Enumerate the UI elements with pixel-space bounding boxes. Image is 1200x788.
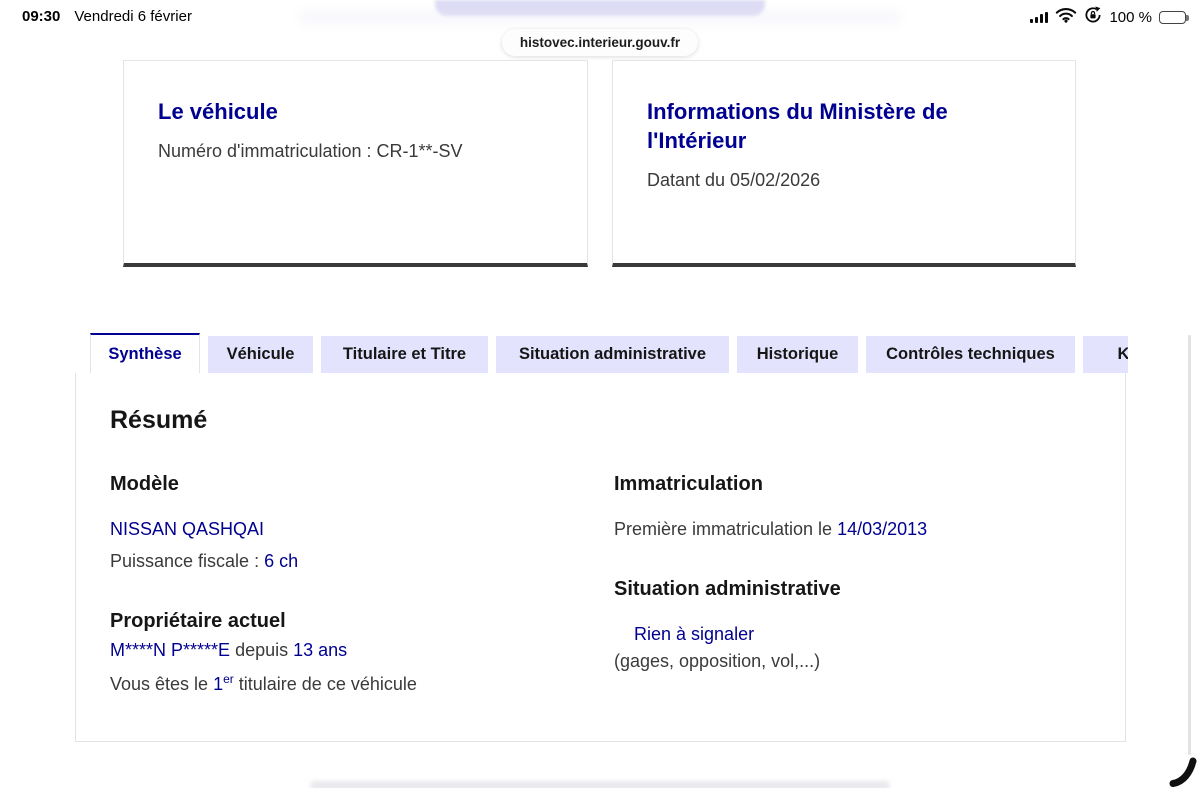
corner-arc-icon xyxy=(1169,757,1197,787)
owner-since-value: 13 ans xyxy=(293,640,348,660)
fiscal-power-line: Puissance fiscale : 6 ch xyxy=(110,550,580,572)
status-date: Vendredi 6 février xyxy=(74,8,192,25)
owner-name: M****N P*****E xyxy=(110,640,231,660)
tab-kilometrage[interactable]: Kil xyxy=(1083,336,1128,373)
holder-suffix: titulaire de ce véhicule xyxy=(233,674,417,694)
situation-heading: Situation administrative xyxy=(614,578,841,600)
battery-icon xyxy=(1159,10,1189,24)
tab-situation-administrative[interactable]: Situation administrative xyxy=(496,336,729,373)
first-registration-line: Première immatriculation le 14/03/2013 xyxy=(614,518,1084,540)
registration-heading: Immatriculation xyxy=(614,473,763,495)
holder-prefix: Vous êtes le xyxy=(110,674,214,694)
fiscal-power-label: Puissance fiscale : xyxy=(110,551,265,571)
vehicle-card: Le véhicule Numéro d'immatriculation : C… xyxy=(123,60,588,267)
owner-heading: Propriétaire actuel xyxy=(110,610,286,632)
fiscal-power-value: 6 ch xyxy=(264,551,299,571)
ministry-card-title: Informations du Ministère de l'Intérieur xyxy=(647,99,948,153)
tab-strip: Synthèse Véhicule Titulaire et Titre Sit… xyxy=(75,333,1128,373)
owner-line: M****N P*****E depuis 13 ans xyxy=(110,639,580,661)
panel-heading: Résumé xyxy=(110,406,208,434)
model-heading: Modèle xyxy=(110,473,179,495)
tab-vehicule[interactable]: Véhicule xyxy=(208,336,313,373)
tab-synthese[interactable]: Synthèse xyxy=(90,333,200,373)
tab-controles-techniques[interactable]: Contrôles techniques xyxy=(866,336,1075,373)
holder-ordinal: 1 xyxy=(213,674,224,694)
tab-historique[interactable]: Historique xyxy=(737,336,858,373)
url-bar[interactable]: histovec.interieur.gouv.fr xyxy=(501,29,699,56)
cellular-signal-icon xyxy=(1029,11,1049,23)
vehicle-card-registration: Numéro d'immatriculation : CR-1**-SV xyxy=(158,141,463,161)
toolbar-blur-halo xyxy=(300,12,900,28)
ministry-card: Informations du Ministère de l'Intérieur… xyxy=(612,60,1076,267)
first-registration-date: 14/03/2013 xyxy=(837,519,928,539)
summary-left-column: Modèle NISSAN QASHQAI Puissance fiscale … xyxy=(110,471,580,695)
situation-note: (gages, opposition, vol,...) xyxy=(614,651,821,671)
orientation-lock-icon xyxy=(1084,6,1102,29)
wifi-icon xyxy=(1055,6,1077,28)
page-scrollbar[interactable] xyxy=(1188,335,1191,755)
battery-percent: 100 % xyxy=(1109,8,1152,26)
situation-status: Rien à signaler xyxy=(634,624,755,644)
holder-ordinal-suffix: er xyxy=(223,672,234,686)
owner-since-label: depuis xyxy=(230,640,294,660)
ministry-card-date: Datant du 05/02/2026 xyxy=(647,170,821,190)
vehicle-card-title: Le véhicule xyxy=(158,99,278,124)
bottom-toolbar-blur xyxy=(310,781,890,788)
first-registration-label: Première immatriculation le xyxy=(614,519,838,539)
clock: 09:30 xyxy=(22,8,61,25)
synthese-panel: Résumé Modèle NISSAN QASHQAI Puissance f… xyxy=(75,373,1126,742)
model-value: NISSAN QASHQAI xyxy=(110,519,265,539)
summary-right-column: Immatriculation Première immatriculation… xyxy=(614,471,1084,672)
tab-titulaire-et-titre[interactable]: Titulaire et Titre xyxy=(321,336,488,373)
holder-line: Vous êtes le 1er titulaire de ce véhicul… xyxy=(110,668,580,695)
